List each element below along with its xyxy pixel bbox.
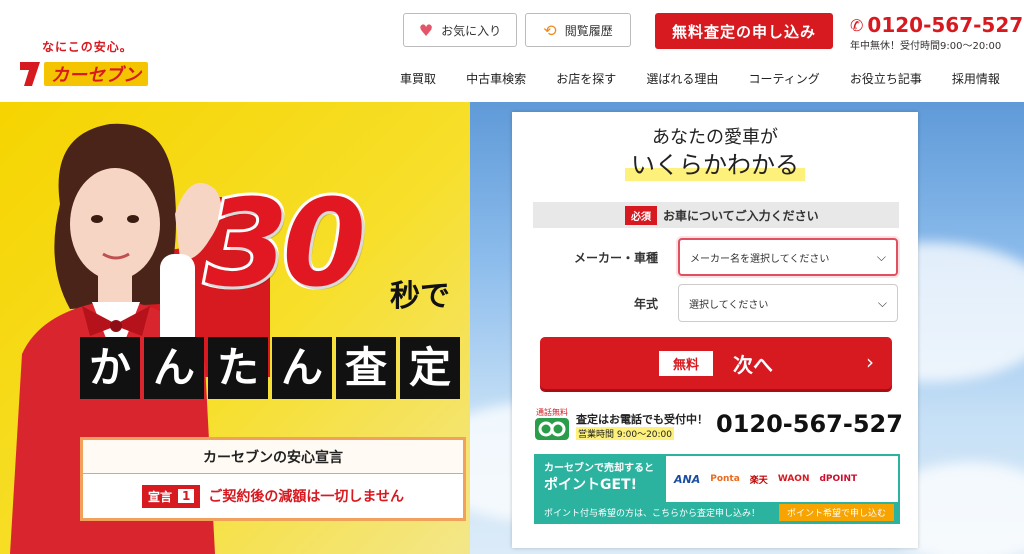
promise-box: カーセブンの安心宣言 宣言 1 ご契約後の減額は一切しません [80,437,466,521]
phone-appraisal-number: 0120-567-527 [716,410,903,438]
chevron-down-icon: ⌵ [877,295,887,310]
headline-char: ん [144,337,204,399]
form-title-line2: いくらかわかる [625,149,805,181]
headline-char: 査 [336,337,396,399]
maker-label: メーカー・車種 [573,250,658,265]
free-dial-icon: 通話無料 [534,407,572,443]
nav-item-stores[interactable]: お店を探す [556,70,616,88]
headline-char: ん [272,337,332,399]
header-phone[interactable]: ✆ 0120-567-527 年中無休！受付時間9:00〜20:00 [850,13,1024,53]
year-row: 年式 選択してください ⌵ [533,284,899,322]
year-select-value: 選択してください [689,299,769,311]
dpoint-logo: dPOINT [819,474,858,484]
hero: 30 秒で か ん た ん 査 定 カーセブンの安心宣言 宣言 1 ご契約後の減… [0,102,1024,554]
form-title-line1: あなたの愛車が [652,127,778,148]
point-note: ポイント付与希望の方は、こちらから査定申し込み！ [544,508,761,519]
easy-appraisal-headline: か ん た ん 査 定 [80,337,460,399]
history-button[interactable]: ⟲ 閲覧履歴 [525,13,631,47]
phone-number: 0120-567-527 [867,13,1024,37]
logo-mark: カーセブン [20,62,148,86]
site-header: なにこの安心。 カーセブン ♥ お気に入り ⟲ 閲覧履歴 無料査定の申し込み ✆… [0,0,1024,102]
point-line1: カーセブンで売却すると [544,463,654,474]
phone-appraisal-hours: 営業時間 9:00〜20:00 [576,427,675,440]
chevron-right-icon: › [866,350,874,374]
point-logos: ANA Ponta 楽天 WAON dPOINT [666,473,857,486]
promise-badge: 宣言 1 [142,484,201,508]
svg-text:カーセブン: カーセブン [51,65,143,86]
promise-badge-label: 宣言 [148,489,173,504]
required-badge: 必須 [625,205,657,225]
form-section-header: 必須 お車についてご入力ください [533,202,899,228]
promise-badge-number: 1 [178,489,195,503]
ponta-logo: Ponta [710,474,740,484]
next-label: 次へ [733,352,773,377]
year-label: 年式 [633,296,658,311]
nav-item-articles[interactable]: お役立ち記事 [850,70,922,88]
maker-select[interactable]: メーカー名を選択してください ⌵ [678,238,898,276]
rakuten-logo: 楽天 [749,475,768,486]
headline-char: か [80,337,140,399]
favorites-button[interactable]: ♥ お気に入り [403,13,517,47]
appraisal-form: あなたの愛車が いくらかわかる 必須 お車についてご入力ください メーカー・車種… [512,112,918,548]
nav-item-recruit[interactable]: 採用情報 [952,70,1000,88]
heart-icon: ♥ [418,20,434,40]
thirty-number: 30 [202,175,369,314]
nav-item-reasons[interactable]: 選ばれる理由 [646,70,718,88]
promise-text: ご契約後の減額は一切しません [208,489,404,505]
required-text: お車についてご入力ください [663,208,819,223]
free-badge: 無料 [658,350,713,376]
free-appraisal-button[interactable]: 無料査定の申し込み [655,13,833,49]
point-campaign-banner[interactable]: カーセブンで売却すると ポイントGET! ANA Ponta 楽天 WAON d… [534,454,900,524]
logo[interactable]: なにこの安心。 カーセブン [18,36,150,96]
point-get-label: ポイントGET! [544,477,637,493]
seconds-label: 秒で [390,279,450,314]
point-cta-button[interactable]: ポイント希望で申し込む [778,503,894,521]
nav-item-buy[interactable]: 車買取 [400,70,436,88]
year-select[interactable]: 選択してください ⌵ [678,284,898,322]
history-label: 閲覧履歴 [564,23,613,38]
point-get-block: カーセブンで売却すると ポイントGET! [536,456,666,502]
history-icon: ⟲ [543,20,557,40]
headline-char: 定 [400,337,460,399]
favorites-label: お気に入り [441,23,502,38]
main-nav: 車買取 中古車検索 お店を探す 選ばれる理由 コーティング お役立ち記事 採用情… [400,70,1000,88]
promise-title: カーセブンの安心宣言 [83,440,463,474]
phone-appraisal-text: 査定はお電話でも受付中！ [576,413,708,426]
maker-select-value: メーカー名を選択してください [690,253,830,265]
phone-hours: 年中無休！受付時間9:00〜20:00 [850,41,1002,52]
ana-logo: ANA [674,472,701,486]
next-button[interactable]: 無料 次へ › [540,337,892,389]
nav-item-coating[interactable]: コーティング [748,70,819,88]
chevron-down-icon: ⌵ [876,249,886,264]
phone-appraisal[interactable]: 通話無料 査定はお電話でも受付中！ 営業時間 9:00〜20:00 0120-5… [534,407,904,443]
waon-logo: WAON [777,474,810,484]
maker-row: メーカー・車種 メーカー名を選択してください ⌵ [533,238,899,276]
phone-icon: ✆ [850,15,864,35]
headline-char: た [208,337,268,399]
nav-item-search[interactable]: 中古車検索 [466,70,526,88]
logo-tagline: なにこの安心。 [42,40,133,54]
